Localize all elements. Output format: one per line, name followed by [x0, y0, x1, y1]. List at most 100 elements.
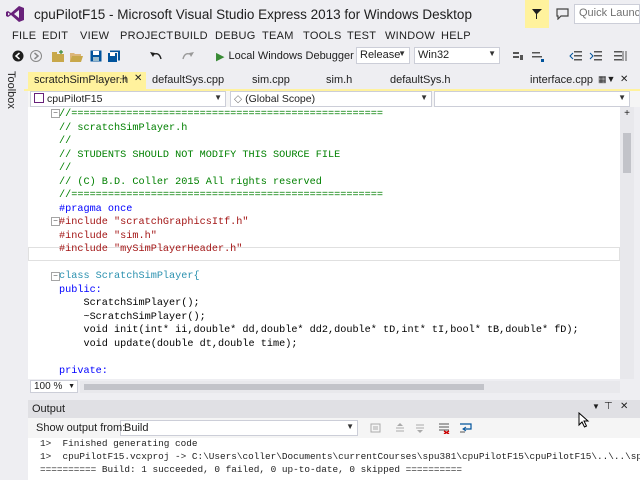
debugger-label: Local Windows Debugger — [228, 50, 354, 62]
visual-studio-window: cpuPilotF15 - Microsoft Visual Studio Ex… — [0, 0, 640, 480]
comment-out-icon[interactable] — [530, 48, 546, 64]
configuration-value: Release — [360, 49, 401, 61]
output-line: 1> cpuPilotF15.vcxproj -> C:\Users\colle… — [40, 451, 640, 462]
code-line: #include "mySimPlayerHeader.h" — [59, 244, 243, 255]
chevron-down-icon: ▼ — [398, 49, 406, 58]
menu-view[interactable]: VIEW — [80, 30, 109, 42]
tab-sim-h[interactable]: sim.h — [320, 72, 358, 89]
find-message-icon[interactable] — [368, 420, 384, 436]
type-scope-value: (Global Scope) — [245, 93, 316, 105]
toolbox-side-tab[interactable]: Toolbox — [0, 66, 24, 480]
type-scope-select[interactable]: ◇ (Global Scope) ▼ — [230, 91, 432, 107]
previous-message-icon[interactable] — [392, 420, 408, 436]
notifications-flag-icon[interactable] — [525, 0, 549, 28]
save-all-icon[interactable] — [106, 48, 122, 64]
tab-sim-cpp[interactable]: sim.cpp — [246, 72, 296, 89]
quick-launch-input[interactable]: Quick Launch ( — [574, 4, 640, 24]
tab-interface-cpp[interactable]: interface.cpp — [524, 72, 599, 89]
code-line: // (C) B.D. Coller 2015 All rights reser… — [59, 176, 322, 188]
menu-debug[interactable]: DEBUG — [215, 30, 256, 42]
tab-defaultsys-cpp[interactable]: defaultSys.cpp — [146, 72, 230, 89]
navigate-forward-icon[interactable] — [28, 48, 44, 64]
redo-icon[interactable] — [180, 48, 196, 64]
standard-toolbar: ▶ Local Windows Debugger ▼ Release ▼ Win… — [0, 46, 640, 66]
scope-icon: ◇ — [234, 93, 243, 105]
code-line: //======================================… — [59, 109, 384, 120]
navigation-bar: cpuPilotF15 ▼ ◇ (Global Scope) ▼ ▼ — [28, 91, 640, 107]
close-document-icon[interactable]: ✕ — [614, 72, 634, 89]
menu-tools[interactable]: TOOLS — [303, 30, 342, 42]
feedback-icon[interactable] — [553, 5, 571, 23]
menu-window[interactable]: WINDOW — [385, 30, 435, 42]
toolbox-label: Toolbox — [5, 71, 17, 109]
platform-value: Win32 — [418, 49, 450, 61]
output-text-area[interactable]: 1> Finished generating code 1> cpuPilotF… — [28, 438, 640, 480]
configuration-select[interactable]: Release ▼ — [356, 47, 410, 64]
clear-all-icon[interactable] — [436, 420, 452, 436]
output-panel-title: Output — [32, 403, 66, 415]
visual-studio-logo-icon — [6, 6, 24, 22]
chevron-down-icon: ▼ — [214, 93, 222, 102]
window-title: cpuPilotF15 - Microsoft Visual Studio Ex… — [34, 7, 472, 22]
decrease-indent-icon[interactable] — [568, 48, 584, 64]
chevron-down-icon: ▼ — [346, 422, 354, 431]
tab-scratchsimplayer-h[interactable]: scratchSimPlayer.h ⊣ ✕ — [28, 72, 146, 89]
tab-label: scratchSimPlayer.h — [34, 74, 129, 86]
open-file-icon[interactable] — [68, 48, 84, 64]
toolbar-overflow-icon[interactable] — [510, 48, 526, 64]
split-view-icon[interactable]: + — [620, 107, 634, 119]
show-output-from-label: Show output from: — [36, 422, 126, 434]
code-line: ScratchSimPlayer(); — [59, 298, 200, 309]
code-editor[interactable]: − − − //================================… — [28, 107, 620, 379]
new-project-icon[interactable] — [50, 48, 66, 64]
output-line: ========== Build: 1 succeeded, 0 failed,… — [40, 464, 462, 475]
code-line: #include "scratchGraphicsItf.h" — [59, 217, 249, 228]
menu-test[interactable]: TEST — [347, 30, 376, 42]
code-line: // scratchSimPlayer.h — [59, 122, 188, 134]
zoom-select[interactable]: 100 % ▼ — [30, 380, 78, 393]
menu-help[interactable]: HELP — [441, 30, 471, 42]
menu-file[interactable]: FILE — [12, 30, 36, 42]
toggle-word-wrap-icon[interactable] — [458, 420, 474, 436]
menu-edit[interactable]: EDIT — [42, 30, 68, 42]
bookmark-icon[interactable] — [612, 48, 628, 64]
menu-team[interactable]: TEAM — [262, 30, 294, 42]
project-scope-select[interactable]: cpuPilotF15 ▼ — [30, 91, 226, 107]
document-tab-strip: scratchSimPlayer.h ⊣ ✕ defaultSys.cpp si… — [24, 72, 640, 89]
code-line: #pragma once — [59, 203, 133, 215]
platform-select[interactable]: Win32 ▼ — [414, 47, 500, 64]
undo-icon[interactable] — [148, 48, 164, 64]
close-panel-icon[interactable]: ✕ — [620, 401, 628, 412]
start-debugging-button[interactable]: ▶ Local Windows Debugger ▼ — [216, 48, 367, 64]
pin-icon[interactable]: ⊣ — [119, 74, 127, 85]
code-line: void init(int* ii,double* dd,double* dd2… — [59, 325, 579, 336]
code-line: void update(double dt,double time); — [59, 338, 298, 350]
code-line: class ScratchSimPlayer{ — [59, 271, 200, 282]
menu-project[interactable]: PROJECT — [120, 30, 173, 42]
code-line: // — [59, 163, 72, 174]
next-message-icon[interactable] — [412, 420, 428, 436]
play-icon: ▶ — [216, 50, 225, 63]
menu-build[interactable]: BUILD — [174, 30, 208, 42]
tab-defaultsys-h[interactable]: defaultSys.h — [384, 72, 457, 89]
save-icon[interactable] — [88, 48, 104, 64]
output-line: 1> Finished generating code — [40, 438, 198, 449]
output-source-value: Build — [124, 422, 149, 434]
panel-dropdown-icon[interactable]: ▼ — [592, 402, 600, 411]
member-select[interactable]: ▼ — [434, 91, 630, 107]
code-line: ~ScratchSimPlayer(); — [59, 311, 206, 323]
increase-indent-icon[interactable] — [588, 48, 604, 64]
horizontal-scroll-thumb[interactable] — [84, 384, 484, 390]
vertical-scroll-thumb[interactable] — [623, 133, 631, 173]
mouse-cursor-icon — [578, 411, 590, 428]
code-line: public: — [59, 284, 102, 296]
code-line: //======================================… — [59, 190, 384, 201]
cpp-project-icon — [34, 93, 44, 103]
output-source-select[interactable]: Build ▼ — [120, 420, 358, 436]
navigate-back-icon[interactable] — [10, 48, 26, 64]
menu-bar: FILE EDIT VIEW PROJECT BUILD DEBUG TEAM … — [0, 28, 640, 46]
code-line: private: — [59, 365, 108, 377]
auto-hide-pin-icon[interactable]: ⊤ — [604, 401, 613, 412]
zoom-value: 100 % — [34, 381, 63, 392]
close-tab-icon[interactable]: ✕ — [134, 73, 142, 84]
